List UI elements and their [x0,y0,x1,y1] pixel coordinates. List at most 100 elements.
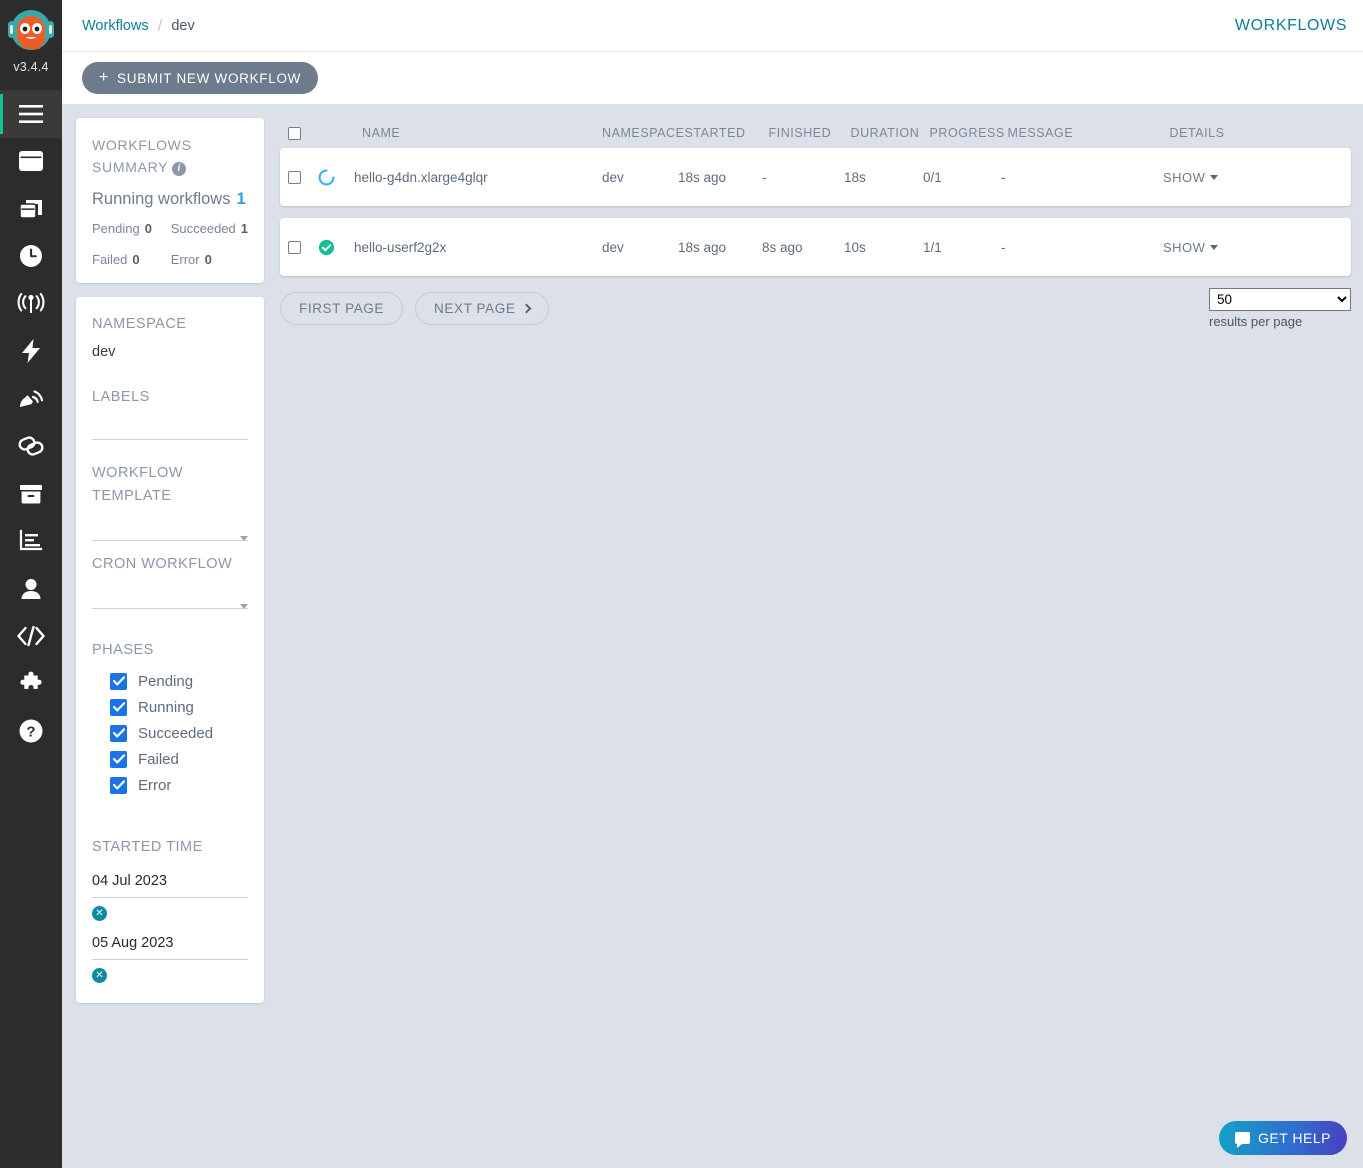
phase-label-failed: Failed [138,751,179,768]
get-help-button[interactable]: GET HELP [1219,1121,1347,1155]
column-header-duration: DURATION [851,126,930,140]
row-progress: 0/1 [923,170,1001,185]
running-spinner-icon [318,169,335,186]
row-details-cell: SHOW [1163,170,1351,185]
summary-stats-grid: Pending0 Succeeded1 Failed0 Error0 [92,221,248,267]
date-to-row: 05 Aug 2023 ✕ [92,935,248,983]
row-started: 18s ago [678,240,762,255]
row-duration: 18s [844,170,923,185]
row-name[interactable]: hello-g4dn.xlarge4glqr [354,170,602,185]
version-label: v3.4.4 [13,60,48,74]
phases-label: PHASES [92,639,248,662]
nav-item-user[interactable] [0,565,62,613]
nav-item-list: ? [0,90,62,755]
nav-item-api-docs[interactable] [0,613,62,661]
phase-checkbox-running[interactable]: Running [110,694,248,720]
phase-label-running: Running [138,699,194,716]
submit-new-workflow-button[interactable]: + SUBMIT NEW WORKFLOW [82,62,318,94]
phases-section: PHASES Pending Running Succeeded [92,639,248,798]
row-status-cell [318,169,354,186]
select-all-checkbox[interactable] [288,127,301,140]
date-to-input[interactable]: 05 Aug 2023 [92,935,248,959]
nav-item-help[interactable]: ? [0,708,62,756]
next-page-label: NEXT PAGE [434,301,515,316]
workflow-table: NAME NAMESPACE STARTED FINISHED DURATION… [280,118,1351,329]
first-page-button[interactable]: FIRST PAGE [280,292,403,325]
nav-item-reports[interactable] [0,518,62,566]
brand-logo-block[interactable]: v3.4.4 [0,0,62,90]
column-header-started: STARTED [685,126,769,140]
submit-new-workflow-label: SUBMIT NEW WORKFLOW [117,71,301,86]
nav-item-workflow-templates[interactable] [0,185,62,233]
cron-workflow-select[interactable] [92,608,248,609]
top-bar: Workflows / dev WORKFLOWS [62,0,1363,52]
phase-checkbox-error[interactable]: Error [110,772,248,798]
workflow-template-label: WORKFLOW TEMPLATE [92,462,248,508]
date-from-underline [92,897,248,898]
row-status-cell [318,239,354,256]
labels-label: LABELS [92,386,248,409]
nav-item-menu[interactable] [0,90,62,138]
first-page-label: FIRST PAGE [299,301,384,316]
nav-item-plugins[interactable] [0,660,62,708]
phase-checkbox-failed[interactable]: Failed [110,746,248,772]
summary-stat-error-value: 0 [205,252,212,267]
row-message: - [1001,170,1163,185]
row-checkbox[interactable] [288,171,301,184]
checkbox-checked-icon [110,673,127,690]
table-row[interactable]: hello-userf2g2x dev 18s ago 8s ago 10s 1… [280,218,1351,276]
next-page-button[interactable]: NEXT PAGE [415,292,549,325]
chat-bubble-icon [1235,1132,1250,1144]
results-per-page-select[interactable]: 5 10 20 50 100 500 [1209,288,1351,311]
phase-label-pending: Pending [138,673,193,690]
info-icon[interactable]: i [172,162,186,176]
summary-stat-error-label: Error [171,252,200,267]
column-header-finished: FINISHED [769,126,851,140]
nav-item-archived-workflows[interactable] [0,470,62,518]
nav-item-cron-workflows[interactable] [0,233,62,281]
started-time-label: STARTED TIME [92,836,248,859]
date-from-input[interactable]: 04 Jul 2023 [92,873,248,897]
nav-item-event-flow[interactable] [0,328,62,376]
event-sources-satellite-icon [17,386,45,412]
namespace-value[interactable]: dev [92,344,248,360]
breadcrumb-separator: / [158,16,163,36]
checkbox-checked-icon [110,699,127,716]
column-header-details: DETAILS [1170,126,1351,140]
phase-checkbox-pending[interactable]: Pending [110,668,248,694]
nav-item-sensors[interactable] [0,280,62,328]
row-message: - [1001,240,1163,255]
workflows-icon [17,149,45,173]
breadcrumb-workflows-link[interactable]: Workflows [82,18,149,34]
row-checkbox[interactable] [288,241,301,254]
clear-date-to-icon[interactable]: ✕ [92,968,107,983]
plugins-puzzle-icon [18,671,44,697]
row-progress: 1/1 [923,240,1001,255]
running-workflows-row: Running workflows1 [92,190,248,209]
phase-checkbox-succeeded[interactable]: Succeeded [110,720,248,746]
summary-stat-pending-label: Pending [92,221,140,236]
nav-item-workflows[interactable] [0,138,62,186]
nav-item-event-sources[interactable] [0,375,62,423]
row-select-cell [288,171,318,184]
summary-title-line2: SUMMARY [92,159,168,175]
webhooks-link-icon [17,434,45,458]
table-row[interactable]: hello-g4dn.xlarge4glqr dev 18s ago - 18s… [280,148,1351,206]
left-nav-rail: v3.4.4 [0,0,62,1168]
row-show-details-button[interactable]: SHOW [1163,170,1205,185]
breadcrumb: Workflows / dev [82,16,195,36]
nav-item-webhooks[interactable] [0,423,62,471]
api-docs-code-icon [16,625,46,647]
running-workflows-label: Running workflows [92,190,230,208]
clear-date-from-icon[interactable]: ✕ [92,906,107,921]
results-per-page-group: 5 10 20 50 100 500 results per page [1209,288,1351,329]
chevron-down-icon [1210,245,1218,250]
row-started: 18s ago [678,170,762,185]
row-show-details-button[interactable]: SHOW [1163,240,1205,255]
content-area: Workflows / dev WORKFLOWS + SUBMIT NEW W… [62,0,1363,1168]
help-question-icon: ? [18,718,44,744]
summary-stat-succeeded-value: 1 [241,221,248,236]
row-select-cell [288,241,318,254]
row-name[interactable]: hello-userf2g2x [354,240,602,255]
workflow-template-select[interactable] [92,540,248,541]
